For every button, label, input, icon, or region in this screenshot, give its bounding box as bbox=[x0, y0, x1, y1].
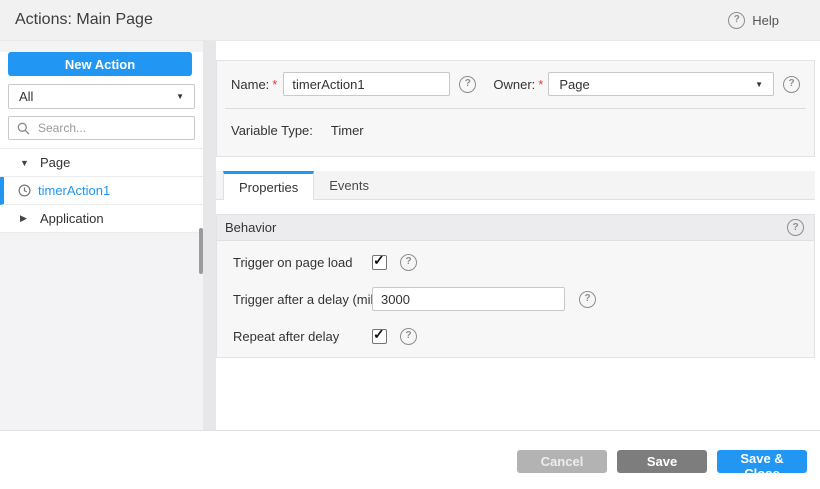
panel-divider bbox=[203, 41, 216, 430]
trigger-on-page-load-help-icon[interactable]: ? bbox=[400, 253, 417, 271]
name-input[interactable] bbox=[283, 72, 451, 96]
repeat-after-delay-help-icon[interactable]: ? bbox=[400, 327, 417, 345]
dialog-body: New Action All ▼ ▼ Page bbox=[0, 41, 820, 430]
trigger-on-page-load-checkbox[interactable]: ✓ bbox=[372, 251, 387, 270]
check-icon: ✓ bbox=[373, 325, 385, 342]
trigger-delay-input[interactable] bbox=[372, 287, 565, 311]
required-marker: * bbox=[272, 76, 278, 92]
name-help-icon[interactable]: ? bbox=[459, 75, 477, 93]
owner-select-value: Page bbox=[559, 76, 590, 92]
timer-clock-icon bbox=[18, 184, 31, 197]
page-title: Actions: Main Page bbox=[15, 11, 153, 28]
owner-help-icon[interactable]: ? bbox=[783, 75, 800, 93]
chevron-down-icon: ▼ bbox=[176, 92, 184, 101]
tab-bar: Properties Events bbox=[216, 171, 815, 200]
new-action-button[interactable]: New Action bbox=[8, 52, 192, 76]
behavior-section: Behavior ? Trigger on page load ✓ ? Trig… bbox=[216, 214, 815, 358]
save-button[interactable]: Save bbox=[617, 450, 707, 473]
tree-item-label: Application bbox=[40, 211, 104, 226]
repeat-after-delay-label: Repeat after delay bbox=[233, 328, 340, 344]
tab-label: Events bbox=[329, 177, 369, 193]
collapse-arrow-icon[interactable]: ▼ bbox=[20, 158, 30, 168]
trigger-delay-help-icon[interactable]: ? bbox=[579, 290, 596, 308]
search-input[interactable] bbox=[36, 120, 186, 136]
dialog-footer: Cancel Save Save & Close bbox=[0, 430, 820, 489]
dialog-header: Actions: Main Page ? Help bbox=[0, 0, 820, 41]
search-icon bbox=[17, 122, 30, 134]
tab-properties[interactable]: Properties bbox=[223, 171, 315, 200]
repeat-after-delay-row: Repeat after delay ✓ ? bbox=[233, 323, 814, 349]
save-and-close-button[interactable]: Save & Close bbox=[717, 450, 807, 481]
behavior-body: Trigger on page load ✓ ? Trigger after a… bbox=[217, 241, 814, 357]
variable-type-row: Variable Type: Timer bbox=[217, 109, 814, 138]
trigger-delay-row: Trigger after a delay (millisec… ? bbox=[233, 286, 814, 312]
help-label: Help bbox=[752, 12, 779, 28]
actions-tree: ▼ Page timerAction1 ▶ Application bbox=[0, 148, 203, 233]
tree-item-timeraction1[interactable]: timerAction1 bbox=[0, 177, 203, 205]
trigger-delay-label: Trigger after a delay (millisec… bbox=[233, 291, 372, 307]
tree-item-application[interactable]: ▶ Application bbox=[0, 205, 203, 233]
expand-arrow-icon[interactable]: ▶ bbox=[20, 213, 30, 224]
help-button[interactable]: ? Help bbox=[728, 11, 820, 29]
tree-item-label: timerAction1 bbox=[38, 183, 111, 198]
sidebar-controls: New Action All ▼ ▼ Page bbox=[0, 52, 203, 233]
name-label: Name: bbox=[231, 76, 270, 92]
owner-select[interactable]: Page ▼ bbox=[548, 72, 774, 96]
trigger-on-page-load-label: Trigger on page load bbox=[233, 254, 353, 270]
tab-events[interactable]: Events bbox=[314, 171, 384, 199]
required-marker: * bbox=[538, 76, 544, 92]
help-icon: ? bbox=[728, 11, 746, 29]
name-owner-row: Name: * ? Owner: * Page ▼ ? bbox=[217, 61, 814, 96]
repeat-after-delay-checkbox[interactable]: ✓ bbox=[372, 325, 387, 344]
actions-dialog: Actions: Main Page ? Help New Action All… bbox=[0, 0, 820, 489]
action-settings-panel: Name: * ? Owner: * Page ▼ ? Variable Typ… bbox=[216, 60, 815, 157]
variable-type-value: Timer bbox=[330, 123, 364, 138]
behavior-header: Behavior ? bbox=[217, 215, 814, 241]
filter-select-value: All bbox=[19, 89, 34, 104]
actions-sidebar: New Action All ▼ ▼ Page bbox=[0, 41, 203, 430]
main-panel: Name: * ? Owner: * Page ▼ ? Variable Typ… bbox=[216, 41, 815, 358]
chevron-down-icon: ▼ bbox=[755, 79, 763, 89]
check-icon: ✓ bbox=[373, 251, 385, 268]
behavior-title: Behavior bbox=[225, 220, 277, 235]
owner-label: Owner: bbox=[493, 76, 536, 92]
behavior-help-icon[interactable]: ? bbox=[787, 219, 804, 236]
trigger-on-page-load-row: Trigger on page load ✓ ? bbox=[233, 249, 814, 275]
tree-item-page[interactable]: ▼ Page bbox=[0, 149, 203, 177]
cancel-button[interactable]: Cancel bbox=[517, 450, 607, 473]
filter-select[interactable]: All ▼ bbox=[8, 84, 195, 109]
tab-label: Properties bbox=[239, 179, 299, 195]
variable-type-label: Variable Type: bbox=[231, 123, 313, 138]
search-box bbox=[8, 116, 195, 140]
tree-item-label: Page bbox=[40, 155, 71, 170]
